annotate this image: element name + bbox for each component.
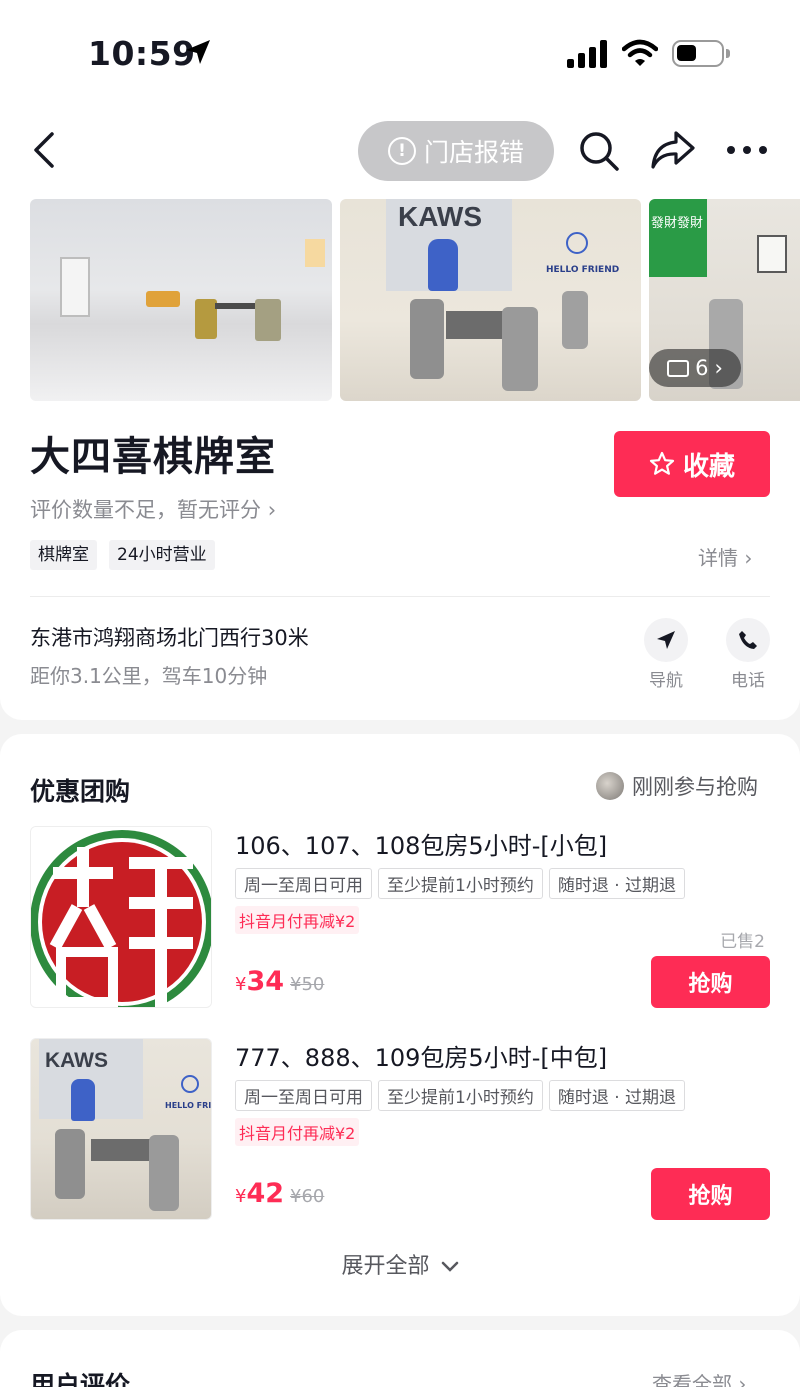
store-tag: 棋牌室	[30, 540, 97, 570]
recent-purchase-indicator: 刚刚参与抢购	[596, 771, 758, 801]
status-bar: 10:59	[0, 0, 800, 104]
double-happiness-logo	[31, 827, 211, 1007]
favorite-label: 收藏	[682, 451, 735, 482]
avatar	[596, 772, 624, 800]
recent-text: 刚刚参与抢购	[632, 775, 758, 799]
deal-item[interactable]: KAWS HELLO FRIEND 777、888、109包房5小时-[中包] …	[30, 1038, 770, 1220]
report-label: 门店报错	[423, 138, 524, 167]
chevron-right-icon: ›	[738, 1372, 747, 1387]
currency-symbol: ¥	[235, 1186, 247, 1207]
view-all-reviews-link[interactable]: 查看全部 ›	[652, 1368, 746, 1387]
share-icon[interactable]	[650, 130, 696, 170]
original-price: ¥60	[290, 1186, 325, 1207]
call-label: 电话	[731, 671, 765, 691]
alert-icon: !	[387, 137, 416, 165]
back-arrow-icon[interactable]	[26, 130, 66, 170]
sold-count: 已售2	[720, 932, 765, 952]
store-photo-1[interactable]	[30, 199, 332, 401]
smiley-icon	[566, 232, 588, 254]
expand-label: 展开全部	[341, 1254, 430, 1279]
search-icon[interactable]	[578, 130, 620, 172]
navigation-arrow-icon	[657, 631, 675, 649]
hello-friend-sign: HELLO FRIEND	[165, 1101, 212, 1110]
navigate-bubble	[644, 618, 688, 662]
chevron-down-icon	[441, 1261, 458, 1272]
deal-tags: 周一至周日可用 至少提前1小时预约 随时退 · 过期退	[235, 1080, 686, 1111]
status-time: 10:59	[88, 34, 196, 73]
kaws-figure	[428, 239, 458, 291]
photo-count-badge[interactable]: 6 ›	[649, 349, 741, 387]
deal-tag: 至少提前1小时预约	[378, 868, 543, 899]
deal-title: 777、888、109包房5小时-[中包]	[235, 1044, 608, 1072]
price-value: 34	[246, 966, 285, 997]
navigate-label: 导航	[649, 671, 683, 691]
deal-tag: 周一至周日可用	[235, 868, 372, 899]
promo-badge: 抖音月付再减¥2	[235, 1118, 360, 1146]
battery-icon	[672, 40, 730, 67]
wifi-icon	[622, 39, 658, 66]
hello-friend-sign: HELLO FRIEND	[546, 265, 620, 275]
photo-count-value: 6	[695, 356, 709, 380]
rating-link[interactable]: 评价数量不足，暂无评分 ›	[30, 494, 276, 524]
group-deals-card: 优惠团购 刚刚参与抢购 106、107、108包房5小时-[小包] 周一至周日可…	[0, 734, 800, 1316]
buy-button[interactable]: 抢购	[651, 1168, 770, 1220]
store-distance: 距你3.1公里，驾车10分钟	[30, 664, 268, 688]
image-icon	[667, 359, 690, 377]
more-options-icon[interactable]	[727, 146, 767, 156]
deal-thumbnail	[30, 826, 212, 1008]
deal-price: ¥34 ¥50	[235, 966, 324, 997]
reviews-title: 用户评价	[30, 1371, 131, 1387]
chevron-right-icon: ›	[714, 356, 723, 380]
deal-tag: 随时退 · 过期退	[548, 868, 686, 899]
buy-button[interactable]: 抢购	[651, 956, 770, 1008]
kaws-logo: KAWS	[398, 201, 482, 232]
currency-symbol: ¥	[235, 974, 247, 995]
report-store-button[interactable]: ! 门店报错	[358, 121, 554, 181]
deal-title: 106、107、108包房5小时-[小包]	[235, 832, 608, 860]
user-reviews-card: 用户评价 查看全部 ›	[0, 1330, 800, 1387]
call-bubble	[726, 618, 770, 662]
store-address: 东港市鸿翔商场北门西行30米	[30, 626, 309, 650]
favorite-button[interactable]: 收藏	[614, 431, 770, 497]
chevron-right-icon: ›	[744, 546, 753, 570]
expand-all-button[interactable]: 展开全部	[0, 1248, 800, 1280]
location-arrow-icon	[186, 40, 210, 64]
promo-badge: 抖音月付再减¥2	[235, 906, 360, 934]
deal-tag: 至少提前1小时预约	[378, 1080, 543, 1111]
store-photo-2[interactable]: KAWS HELLO FRIEND	[340, 199, 641, 401]
phone-icon	[739, 631, 757, 649]
deal-price: ¥42 ¥60	[235, 1178, 324, 1209]
kaws-logo: KAWS	[45, 1049, 108, 1072]
price-value: 42	[246, 1178, 285, 1209]
details-link[interactable]: 详情 ›	[698, 542, 752, 571]
divider	[30, 596, 770, 597]
navigate-button[interactable]: 导航	[636, 618, 696, 691]
view-all-label: 查看全部	[652, 1372, 732, 1387]
deal-item[interactable]: 106、107、108包房5小时-[小包] 周一至周日可用 至少提前1小时预约 …	[30, 826, 770, 1008]
store-tag: 24小时营业	[109, 540, 215, 570]
deals-title: 优惠团购	[30, 777, 131, 806]
deal-tag: 随时退 · 过期退	[548, 1080, 686, 1111]
cellular-signal-icon	[567, 40, 609, 68]
deal-thumbnail: KAWS HELLO FRIEND	[30, 1038, 212, 1220]
deal-tags: 周一至周日可用 至少提前1小时预约 随时退 · 过期退	[235, 868, 686, 899]
deal-tag: 周一至周日可用	[235, 1080, 372, 1111]
star-icon	[649, 451, 675, 475]
original-price: ¥50	[290, 974, 325, 995]
call-button[interactable]: 电话	[718, 618, 778, 691]
store-name: 大四喜棋牌室	[30, 434, 276, 480]
rating-text: 评价数量不足，暂无评分	[30, 498, 261, 522]
chevron-right-icon: ›	[267, 498, 277, 522]
details-label: 详情	[698, 546, 738, 570]
